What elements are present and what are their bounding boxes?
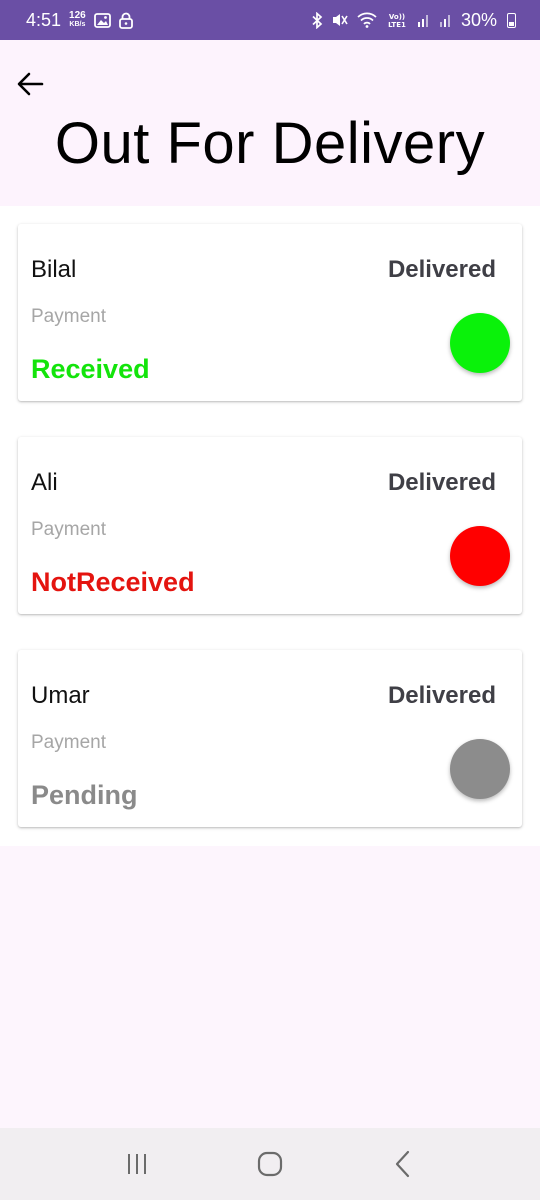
- status-left: 4:51 126 KB/s: [26, 10, 133, 31]
- order-list: Bilal Delivered Payment Received Ali Del…: [0, 206, 540, 846]
- payment-status-indicator: [450, 739, 510, 799]
- lock-icon: [118, 12, 133, 29]
- bluetooth-icon: [311, 11, 323, 29]
- recents-icon: [127, 1154, 146, 1174]
- wifi-icon: [357, 12, 377, 28]
- payment-label: Payment: [31, 306, 106, 327]
- status-time: 4:51: [26, 9, 62, 30]
- volte-icon: Vo)) LTE1: [385, 12, 409, 28]
- svg-text:LTE1: LTE1: [388, 21, 406, 28]
- order-card[interactable]: Bilal Delivered Payment Received: [18, 224, 522, 401]
- delivery-status: Delivered: [387, 469, 496, 496]
- arrow-left-icon: [17, 72, 44, 96]
- system-nav-bar: [0, 1128, 540, 1200]
- home-icon: [257, 1151, 283, 1177]
- mute-icon: [331, 12, 349, 28]
- speed-unit: KB/s: [69, 21, 86, 28]
- speed-value: 126: [69, 10, 86, 21]
- recents-button[interactable]: [107, 1134, 167, 1194]
- battery-icon: [507, 12, 516, 28]
- empty-area: [0, 846, 540, 1128]
- gallery-icon: [93, 12, 111, 28]
- back-button[interactable]: [12, 66, 48, 102]
- order-card[interactable]: Ali Delivered Payment NotReceived: [18, 437, 522, 614]
- home-button[interactable]: [240, 1134, 300, 1194]
- payment-status-indicator: [450, 526, 510, 586]
- customer-name: Umar: [31, 682, 90, 709]
- customer-name: Bilal: [31, 256, 77, 283]
- chevron-left-icon: [396, 1150, 410, 1178]
- signal-icon-1: [417, 12, 431, 28]
- page-title: Out For Delivery: [54, 111, 486, 176]
- battery-percent: 30%: [460, 9, 497, 30]
- delivery-status: Delivered: [387, 682, 496, 709]
- system-back-button[interactable]: [373, 1134, 433, 1194]
- payment-status-indicator: [450, 313, 510, 373]
- order-card[interactable]: Umar Delivered Payment Pending: [18, 650, 522, 827]
- payment-label: Payment: [31, 732, 106, 753]
- app-header: Out For Delivery: [0, 40, 540, 206]
- payment-label: Payment: [31, 519, 106, 540]
- payment-status: Received: [31, 354, 150, 384]
- signal-icon-2: [439, 12, 453, 28]
- payment-status: NotReceived: [31, 567, 195, 597]
- status-right: Vo)) LTE1 30%: [311, 10, 516, 31]
- network-speed: 126 KB/s: [69, 11, 86, 29]
- svg-text:Vo)): Vo)): [389, 13, 405, 21]
- delivery-status: Delivered: [387, 256, 496, 283]
- customer-name: Ali: [31, 469, 58, 496]
- payment-status: Pending: [31, 780, 138, 810]
- status-bar: 4:51 126 KB/s Vo)) LTE1 30%: [0, 0, 540, 40]
